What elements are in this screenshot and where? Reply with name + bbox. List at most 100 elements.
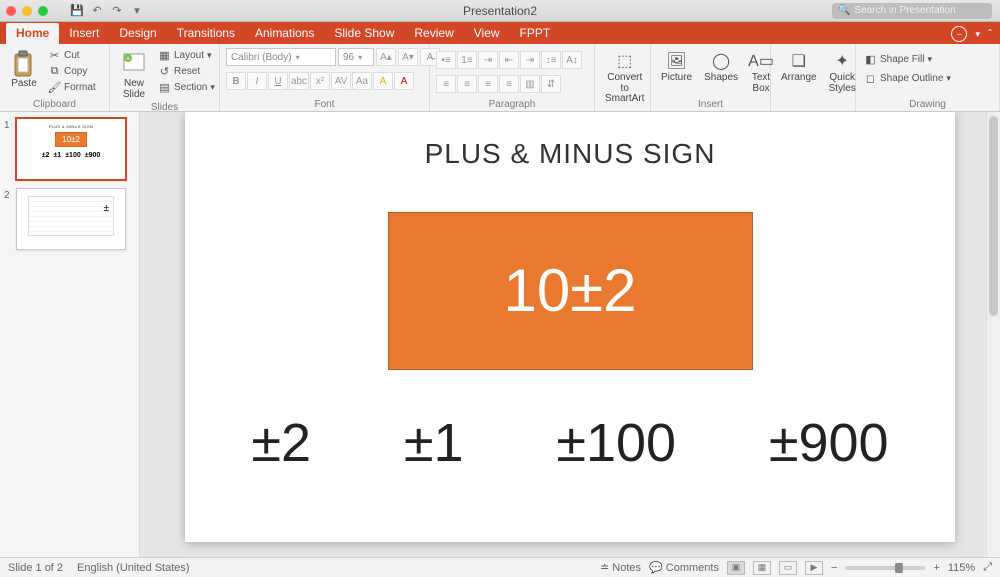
smartart-label: Convert to SmartArt xyxy=(605,73,644,105)
tab-animations[interactable]: Animations xyxy=(245,23,324,44)
justify-button[interactable]: ≡ xyxy=(499,75,519,93)
tab-home[interactable]: Home xyxy=(6,23,59,44)
tab-view[interactable]: View xyxy=(464,23,510,44)
thumb-pm-item: ±2 xyxy=(42,152,50,159)
thumbnail-1[interactable]: 1 PLUS & MINUS SIGN 10±2 ±2 ±1 ±100 ±900 xyxy=(4,118,135,180)
zoom-level[interactable]: 115% xyxy=(948,562,975,574)
new-slide-button[interactable]: + New Slide xyxy=(116,48,152,102)
notes-toggle[interactable]: ≐ Notes xyxy=(600,561,641,574)
slideshow-view-button[interactable]: ▶ xyxy=(805,561,823,575)
status-language[interactable]: English (United States) xyxy=(77,562,190,574)
slide[interactable]: PLUS & MINUS SIGN 10±2 ±2 ±1 ±100 ±900 xyxy=(185,112,955,542)
group-insert: 🖼Picture ◯Shapes A▭Text Box Insert xyxy=(651,44,771,111)
highlight-button[interactable]: A xyxy=(373,72,393,90)
scrollbar-thumb[interactable] xyxy=(989,116,998,316)
font-size-combo[interactable]: 96▾ xyxy=(338,48,374,66)
text-direction-button[interactable]: A↕ xyxy=(562,51,582,69)
slide-thumbnail-pane: 1 PLUS & MINUS SIGN 10±2 ±2 ±1 ±100 ±900… xyxy=(0,112,140,557)
reading-view-button[interactable]: ▭ xyxy=(779,561,797,575)
bold-button[interactable]: B xyxy=(226,72,246,90)
font-name-combo[interactable]: Calibri (Body)▾ xyxy=(226,48,336,66)
new-slide-label: New Slide xyxy=(123,79,145,100)
tab-design[interactable]: Design xyxy=(109,23,166,44)
list-level-button[interactable]: ⇥ xyxy=(478,51,498,69)
paste-button[interactable]: Paste xyxy=(6,48,42,92)
layout-button[interactable]: ▦Layout▾ xyxy=(156,48,217,63)
line-spacing-button[interactable]: ↕≡ xyxy=(541,51,561,69)
thumb-pm-item: ±900 xyxy=(85,152,101,159)
search-input[interactable] xyxy=(854,5,974,16)
arrange-label: Arrange xyxy=(781,73,817,84)
copy-button[interactable]: ⧉Copy xyxy=(46,64,98,79)
font-size-value: 96 xyxy=(343,52,354,63)
status-slide-count[interactable]: Slide 1 of 2 xyxy=(8,562,63,574)
tab-review[interactable]: Review xyxy=(404,23,463,44)
tab-transitions[interactable]: Transitions xyxy=(167,23,245,44)
quick-styles-button[interactable]: ✦Quick Styles xyxy=(825,48,860,96)
comments-toggle[interactable]: 💬 Comments xyxy=(649,561,719,574)
notes-label: Notes xyxy=(612,562,641,574)
format-painter-icon: 🖌 xyxy=(48,81,61,94)
shape-fill-button[interactable]: ◧Shape Fill▾ xyxy=(862,52,934,67)
decrease-indent-button[interactable]: ⇤ xyxy=(499,51,519,69)
collapse-ribbon-icon[interactable]: ˆ xyxy=(988,27,992,41)
strikethrough-button[interactable]: abc xyxy=(289,72,309,90)
thumb2-pm-symbol: ± xyxy=(104,203,110,214)
thumbnail-2[interactable]: 2 ± xyxy=(4,188,135,250)
increase-indent-button[interactable]: ⇥ xyxy=(520,51,540,69)
char-spacing-button[interactable]: AV xyxy=(331,72,351,90)
section-button[interactable]: ▤Section▾ xyxy=(156,80,217,95)
shapes-label: Shapes xyxy=(704,73,738,84)
numbering-button[interactable]: 1≡ xyxy=(457,51,477,69)
subscript-button[interactable]: x² xyxy=(310,72,330,90)
zoom-out-button[interactable]: − xyxy=(831,562,837,574)
slide-canvas-area[interactable]: PLUS & MINUS SIGN 10±2 ±2 ±1 ±100 ±900 xyxy=(140,112,1000,557)
comments-label: Comments xyxy=(666,562,719,574)
orange-shape[interactable]: 10±2 xyxy=(388,212,753,370)
align-center-button[interactable]: ≡ xyxy=(457,75,477,93)
thumb-pm-item: ±100 xyxy=(65,152,81,159)
underline-button[interactable]: U xyxy=(268,72,288,90)
arrange-button[interactable]: ❏Arrange xyxy=(777,48,821,86)
zoom-slider[interactable] xyxy=(845,566,925,570)
italic-button[interactable]: I xyxy=(247,72,267,90)
pm-value: ±900 xyxy=(769,412,889,474)
tab-insert[interactable]: Insert xyxy=(59,23,109,44)
decrease-font-button[interactable]: A▾ xyxy=(398,48,418,66)
tab-fppt[interactable]: FPPT xyxy=(510,23,561,44)
convert-smartart-button[interactable]: ⬚ Convert to SmartArt xyxy=(601,48,648,107)
picture-button[interactable]: 🖼Picture xyxy=(657,48,696,86)
vertical-scrollbar[interactable] xyxy=(986,112,1000,557)
svg-text:+: + xyxy=(126,54,131,63)
align-right-button[interactable]: ≡ xyxy=(478,75,498,93)
increase-font-button[interactable]: A▴ xyxy=(376,48,396,66)
shape-outline-icon: ◻ xyxy=(864,72,877,85)
reset-button[interactable]: ↺Reset xyxy=(156,64,217,79)
feedback-icon[interactable]: ⌣ xyxy=(951,26,967,42)
change-case-button[interactable]: Aa xyxy=(352,72,372,90)
zoom-slider-knob[interactable] xyxy=(895,563,903,573)
feedback-chevron-icon[interactable]: ▾ xyxy=(975,29,980,40)
shape-outline-button[interactable]: ◻Shape Outline▾ xyxy=(862,71,953,86)
font-color-button[interactable]: A xyxy=(394,72,414,90)
tab-slideshow[interactable]: Slide Show xyxy=(324,23,404,44)
clipboard-group-label: Clipboard xyxy=(6,99,103,111)
search-box[interactable]: 🔍 xyxy=(832,3,992,19)
fit-to-window-button[interactable]: ⤢ xyxy=(983,561,992,574)
sorter-view-button[interactable]: ▦ xyxy=(753,561,771,575)
slide-title[interactable]: PLUS & MINUS SIGN xyxy=(185,138,955,170)
format-painter-button[interactable]: 🖌Format xyxy=(46,80,98,95)
arrange-icon: ❏ xyxy=(788,50,810,72)
shapes-button[interactable]: ◯Shapes xyxy=(700,48,742,86)
cut-button[interactable]: ✂Cut xyxy=(46,48,98,63)
plus-minus-row[interactable]: ±2 ±1 ±100 ±900 xyxy=(185,412,955,474)
zoom-in-button[interactable]: + xyxy=(933,562,939,574)
align-text-button[interactable]: ⇵ xyxy=(541,75,561,93)
insert-group-label: Insert xyxy=(657,99,764,111)
columns-button[interactable]: ▥ xyxy=(520,75,540,93)
normal-view-button[interactable]: ▣ xyxy=(727,561,745,575)
pm-value: ±2 xyxy=(251,412,311,474)
bullets-button[interactable]: •≡ xyxy=(436,51,456,69)
align-left-button[interactable]: ≡ xyxy=(436,75,456,93)
picture-label: Picture xyxy=(661,73,692,84)
